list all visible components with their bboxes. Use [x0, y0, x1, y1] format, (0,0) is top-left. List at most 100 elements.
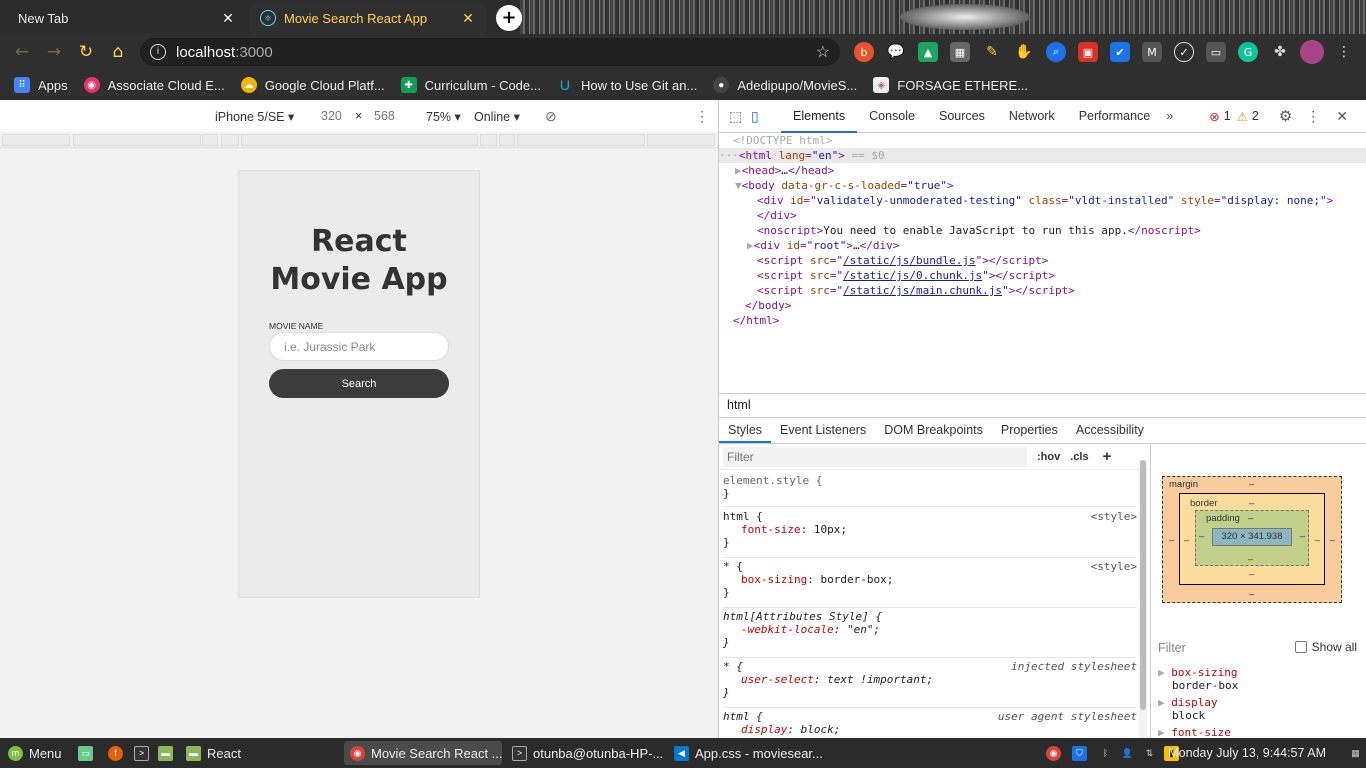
media-segment[interactable] [517, 134, 645, 146]
close-icon[interactable]: ✕ [220, 10, 236, 27]
bookmark-apps[interactable]: ⠿ Apps [14, 77, 68, 93]
dom-script-chunk0[interactable]: <script src="/static/js/0.chunk.js"></sc… [757, 268, 1055, 283]
clock[interactable]: Monday July 13, 9:44:57 AM [1168, 746, 1326, 760]
cls-toggle[interactable]: .cls [1070, 451, 1088, 463]
checkbox-icon[interactable] [1294, 641, 1307, 653]
dom-body-close[interactable]: </body> [745, 298, 791, 313]
dom-div-close[interactable]: </div> [757, 208, 797, 223]
forward-icon[interactable]: → [38, 36, 70, 68]
media-segment[interactable] [480, 134, 497, 146]
dom-html-selected[interactable]: ···<html lang="en"> == $0 [719, 148, 1366, 163]
tab-properties[interactable]: Properties [992, 418, 1067, 443]
search-button[interactable]: Search [269, 369, 449, 398]
kebab-menu-icon[interactable]: ⋮ [1334, 42, 1354, 62]
tab-performance[interactable]: Performance [1067, 100, 1163, 133]
bookmark-git[interactable]: U How to Use Git an... [557, 77, 697, 93]
warning-icon[interactable]: ⚠ [1237, 109, 1248, 124]
taskbar-item-react[interactable]: ▬ React [180, 741, 330, 765]
device-height[interactable]: 568 [374, 109, 395, 123]
avatar[interactable] [1300, 40, 1324, 64]
devtools-menu-icon[interactable]: ⋮ [1306, 108, 1320, 125]
cast-ext-icon[interactable]: ▭ [1206, 42, 1226, 62]
tab-elements[interactable]: Elements [781, 100, 858, 133]
styles-scrollbar[interactable] [1139, 460, 1147, 738]
calendar-ext-icon[interactable]: ▣ [1078, 42, 1098, 62]
media-segment[interactable] [2, 134, 70, 146]
dom-doctype[interactable]: <!DOCTYPE html> [733, 133, 832, 148]
dom-head[interactable]: ▶<head>…</head> [735, 163, 834, 178]
bookmark-curriculum[interactable]: ✚ Curriculum - Code... [400, 77, 541, 93]
bookmark-github[interactable]: ● Adedipupo/MovieS... [713, 77, 857, 93]
dom-div-root[interactable]: ▶<div id="root">…</div> [747, 238, 899, 253]
tab-network[interactable]: Network [997, 100, 1067, 133]
rule-universal-box-sizing[interactable]: * {<style> box-sizing: border-box;} [723, 560, 1137, 608]
media-segment[interactable] [647, 134, 715, 146]
bookmark-google-cloud[interactable]: ☁ Google Cloud Platf... [240, 77, 385, 93]
google-drive-icon[interactable]: ▲ [918, 42, 938, 62]
info-icon[interactable]: i [150, 44, 166, 60]
show-desktop-launcher[interactable]: ▭ [72, 741, 105, 765]
dom-script-main[interactable]: <script src="/static/js/main.chunk.js"><… [757, 283, 1075, 298]
reload-icon[interactable]: ↻ [70, 36, 102, 68]
media-segment[interactable] [73, 134, 201, 146]
new-rule-icon[interactable]: + [1103, 448, 1112, 465]
box-border[interactable]: border – – – – padding – – – – 320 × 341… [1179, 493, 1325, 585]
tab-sources[interactable]: Sources [927, 100, 997, 133]
breadcrumb[interactable]: html [719, 393, 1366, 418]
bookmark-forsage[interactable]: ◈ FORSAGE ETHERE... [873, 77, 1028, 93]
address-bar[interactable]: i localhost:3000 ☆ [140, 38, 840, 66]
movie-search-input[interactable] [269, 332, 449, 361]
home-icon[interactable]: ⌂ [102, 36, 134, 68]
rule-html-font-size[interactable]: html {<style> font-size: 10px;} [723, 510, 1137, 558]
hand-icon[interactable]: ✋ [1014, 42, 1034, 62]
check-ext-icon[interactable]: ✔ [1110, 42, 1130, 62]
rule-element-style[interactable]: element.style {} [723, 474, 1137, 507]
chat-icon[interactable]: 💬 [886, 42, 906, 62]
bookmark-star-icon[interactable]: ☆ [816, 42, 830, 62]
box-margin[interactable]: margin – – – – border – – – – padding – … [1162, 476, 1342, 603]
tab-movie-search[interactable]: ⚛ Movie Search React App ✕ [250, 2, 486, 34]
hov-toggle[interactable]: :hov [1037, 451, 1060, 463]
tray-notifications[interactable]: ▦ [1342, 741, 1366, 765]
box-content-size[interactable]: 320 × 341.938 [1212, 528, 1292, 546]
taskbar-item-vscode[interactable]: ◀ App.css - moviesear... [668, 741, 826, 765]
tab-styles[interactable]: Styles [719, 418, 772, 443]
back-icon[interactable]: ← [6, 36, 38, 68]
rotate-icon[interactable]: ⊘ [545, 108, 557, 125]
computed-box-sizing[interactable]: ▶ box-sizing border-box [1158, 666, 1238, 692]
more-tabs-icon[interactable]: » [1166, 109, 1173, 123]
dom-script-bundle[interactable]: <script src="/static/js/bundle.js"></scr… [757, 253, 1048, 268]
tab-dom-breakpoints[interactable]: DOM Breakpoints [875, 418, 992, 443]
dom-noscript[interactable]: <noscript>You need to enable JavaScript … [757, 223, 1201, 238]
zoom-select[interactable]: 75% ▾ [426, 109, 461, 124]
puzzle-icon[interactable]: ✤ [1270, 42, 1290, 62]
rule-html-attributes-style[interactable]: html[Attributes Style] { -webkit-locale:… [723, 610, 1137, 658]
qr-icon[interactable]: ▦ [950, 42, 970, 62]
close-icon[interactable]: ✕ [460, 10, 476, 27]
dom-body[interactable]: ▼<body data-gr-c-s-loaded="true"> [735, 178, 954, 193]
grammarly-icon[interactable]: G [1238, 42, 1258, 62]
extension-b-icon[interactable]: b [854, 42, 874, 62]
media-segment[interactable] [202, 134, 218, 146]
media-segment[interactable] [499, 134, 515, 146]
breadcrumb-html[interactable]: html [727, 398, 751, 412]
media-segment[interactable] [221, 134, 239, 146]
tab-accessibility[interactable]: Accessibility [1067, 418, 1153, 443]
network-select[interactable]: Online ▾ [474, 109, 520, 124]
dom-div-validately[interactable]: <div id="validately-unmoderated-testing"… [757, 193, 1333, 208]
start-menu[interactable]: m Menu [2, 741, 68, 765]
taskbar-item-terminal[interactable]: > otunba@otunba-HP-... [506, 741, 664, 765]
tab-console[interactable]: Console [857, 100, 927, 133]
dom-html-close[interactable]: </html> [733, 313, 779, 328]
more-options-icon[interactable]: ⋮ [695, 108, 709, 125]
highlighter-icon[interactable]: ✎ [982, 42, 1002, 62]
taskbar-item-chrome[interactable]: ◉ Movie Search React ... [344, 741, 502, 765]
tab-new-tab[interactable]: New Tab ✕ [8, 2, 246, 34]
computed-display[interactable]: ▶ display block [1158, 696, 1218, 722]
device-toggle-icon[interactable]: ▯ [751, 108, 767, 125]
v-ext-icon[interactable]: ✓ [1174, 42, 1194, 62]
bookmark-associate-cloud[interactable]: ◉ Associate Cloud E... [83, 77, 225, 93]
box-padding[interactable]: padding – – – – 320 × 341.938 [1195, 510, 1309, 566]
new-tab-button[interactable]: + [496, 5, 522, 31]
show-all-checkbox[interactable]: Show all [1294, 640, 1357, 654]
